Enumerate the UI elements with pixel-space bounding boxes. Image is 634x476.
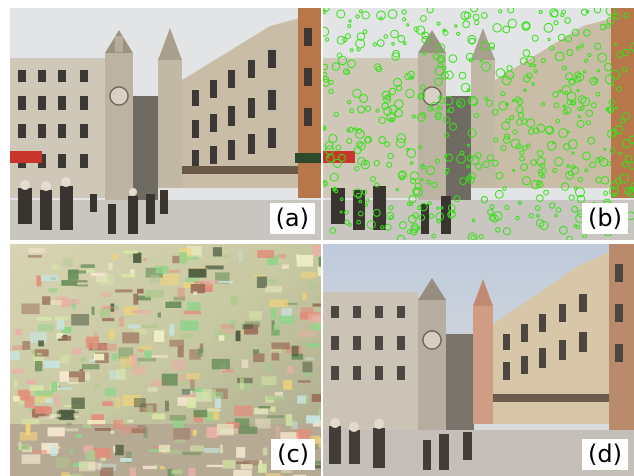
panel-label: (d) — [582, 439, 628, 470]
panel-label: (c) — [271, 439, 315, 470]
panel-label: (a) — [270, 203, 315, 234]
panel-label: (b) — [582, 203, 628, 234]
panel-d-reconstruction: (d) — [323, 244, 634, 476]
panel-c-reconstruction: (c) — [10, 244, 321, 476]
panel-a-original-photo: (a) — [10, 8, 321, 240]
panel-b-keypoints: (b) — [323, 8, 634, 240]
figure-grid: (a) (b) — [0, 0, 634, 474]
